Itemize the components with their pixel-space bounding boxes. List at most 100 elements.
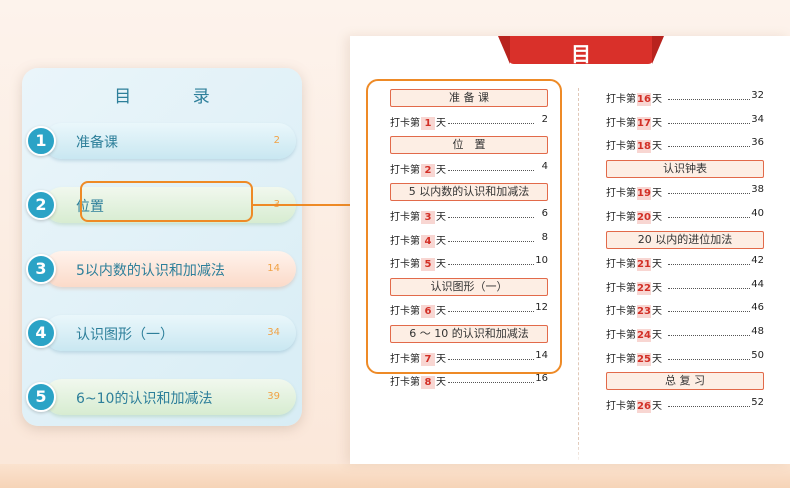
entry-suffix: 天 <box>652 400 662 412</box>
toc-entry[interactable]: 打卡第24天 48 <box>606 326 764 342</box>
highlight-box-toc-section <box>366 79 562 374</box>
entry-prefix: 打卡第 <box>606 141 636 153</box>
toc-entry-label: 打卡第26天 <box>606 397 662 413</box>
dot-leader <box>668 99 750 100</box>
toc-entry[interactable]: 打卡第25天 50 <box>606 349 764 366</box>
entry-page-number: 48 <box>751 326 764 337</box>
dot-leader <box>448 382 534 384</box>
entry-prefix: 打卡第 <box>606 282 636 294</box>
entry-day-number: 16 <box>637 93 651 106</box>
toc-section-header[interactable]: 总 复 习 <box>606 372 764 391</box>
entry-page-number: 52 <box>751 396 764 408</box>
toc-section-header[interactable]: 20 以内的进位加法 <box>606 230 764 249</box>
entry-page-number: 44 <box>751 278 764 290</box>
dot-leader <box>668 287 750 289</box>
toc-section-header[interactable]: 认识钟表 <box>606 159 764 178</box>
dot-leader <box>668 405 750 407</box>
menu-item-number: 5 <box>26 382 56 412</box>
entry-suffix: 天 <box>652 330 662 341</box>
entry-day-number: 8 <box>421 376 435 390</box>
menu-item-page: 14 <box>267 263 280 274</box>
dot-leader <box>668 264 750 266</box>
dot-leader <box>668 335 750 336</box>
toc-menu-item[interactable]: 3 5以内数的认识和加减法 14 <box>26 249 296 289</box>
entry-day-number: 18 <box>637 140 651 154</box>
toc-entry[interactable]: 打卡第18天 36 <box>606 137 764 154</box>
toc-entry-label: 打卡第22天 <box>606 279 662 295</box>
toc-entry[interactable]: 打卡第23天 46 <box>606 302 764 319</box>
toc-entry[interactable]: 打卡第16天 32 <box>606 90 764 106</box>
entry-suffix: 天 <box>652 188 662 200</box>
entry-prefix: 打卡第 <box>606 306 636 318</box>
toc-entry-label: 打卡第21天 <box>606 255 662 272</box>
entry-day-number: 17 <box>637 116 651 130</box>
toc-entry[interactable]: 打卡第22天 44 <box>606 278 764 295</box>
toc-entry-label: 打卡第16天 <box>606 90 662 106</box>
entry-prefix: 打卡第 <box>606 117 636 129</box>
entry-prefix: 打卡第 <box>606 212 636 223</box>
toc-menu-item[interactable]: 5 6~10的认识和加减法 39 <box>26 377 296 417</box>
entry-prefix: 打卡第 <box>606 94 636 105</box>
dot-leader <box>668 358 750 360</box>
menu-item-label: 准备课 <box>76 135 118 151</box>
menu-item-number: 1 <box>26 126 56 156</box>
entry-day-number: 25 <box>637 352 651 366</box>
menu-item-page: 2 <box>273 135 280 146</box>
toc-entry-label: 打卡第17天 <box>606 114 662 130</box>
entry-prefix: 打卡第 <box>606 353 636 365</box>
menu-item-label: 5以内数的认识和加减法 <box>76 263 225 279</box>
entry-suffix: 天 <box>652 94 662 105</box>
entry-page-number: 32 <box>751 90 764 101</box>
entry-day-number: 26 <box>637 399 651 413</box>
toc-entry-label: 打卡第18天 <box>606 137 662 154</box>
entry-page-number: 50 <box>751 349 764 361</box>
entry-suffix: 天 <box>652 282 662 294</box>
toc-menu-item[interactable]: 4 认识图形（一） 34 <box>26 313 296 353</box>
toc-menu-item[interactable]: 1 准备课 2 <box>26 121 296 161</box>
menu-item-page: 34 <box>267 327 280 338</box>
highlight-box-position <box>80 181 253 222</box>
entry-suffix: 天 <box>436 377 446 389</box>
entry-page-number: 42 <box>751 255 764 267</box>
connector-arrow-line <box>253 204 360 206</box>
toc-entry[interactable]: 打卡第21天 42 <box>606 255 764 272</box>
bottom-fade <box>350 442 790 464</box>
toc-entry-label: 打卡第19天 <box>606 184 662 201</box>
entry-page-number: 40 <box>751 208 764 219</box>
dot-leader <box>668 122 750 124</box>
menu-item-number: 4 <box>26 318 56 348</box>
dot-leader <box>668 193 750 195</box>
toc-entry[interactable]: 打卡第19天 38 <box>606 184 764 201</box>
entry-day-number: 21 <box>637 258 651 272</box>
entry-day-number: 24 <box>637 329 651 342</box>
menu-item-number: 3 <box>26 254 56 284</box>
entry-suffix: 天 <box>652 306 662 318</box>
entry-prefix: 打卡第 <box>606 188 636 200</box>
toc-entry[interactable]: 打卡第17天 34 <box>606 113 764 130</box>
menu-item-page: 39 <box>267 391 280 402</box>
title-ribbon: 目 录 <box>508 36 654 95</box>
entry-page-number: 38 <box>751 184 764 196</box>
toc-entry-label: 打卡第23天 <box>606 302 662 319</box>
entry-page-number: 46 <box>751 302 764 314</box>
entry-suffix: 天 <box>652 141 662 153</box>
entry-prefix: 打卡第 <box>606 400 636 412</box>
dot-leader <box>668 311 750 313</box>
column-divider <box>578 88 579 460</box>
entry-suffix: 天 <box>652 259 662 271</box>
entry-day-number: 22 <box>637 281 651 295</box>
toc-entry[interactable]: 打卡第26天 52 <box>606 396 764 413</box>
entry-prefix: 打卡第 <box>390 377 420 389</box>
left-toc-title: 目 录 <box>114 87 238 107</box>
entry-page-number: 34 <box>751 113 764 125</box>
entry-prefix: 打卡第 <box>606 330 636 341</box>
dot-leader <box>668 217 750 218</box>
entry-day-number: 20 <box>637 211 651 224</box>
toc-entry[interactable]: 打卡第20天 40 <box>606 208 764 224</box>
toc-entry-label: 打卡第24天 <box>606 326 662 342</box>
entry-day-number: 19 <box>637 187 651 201</box>
toc-entry-label: 打卡第25天 <box>606 350 662 366</box>
toc-entry[interactable]: 打卡第 8 天 16 <box>390 373 548 390</box>
bottom-band <box>0 464 790 488</box>
dot-leader <box>668 146 750 148</box>
